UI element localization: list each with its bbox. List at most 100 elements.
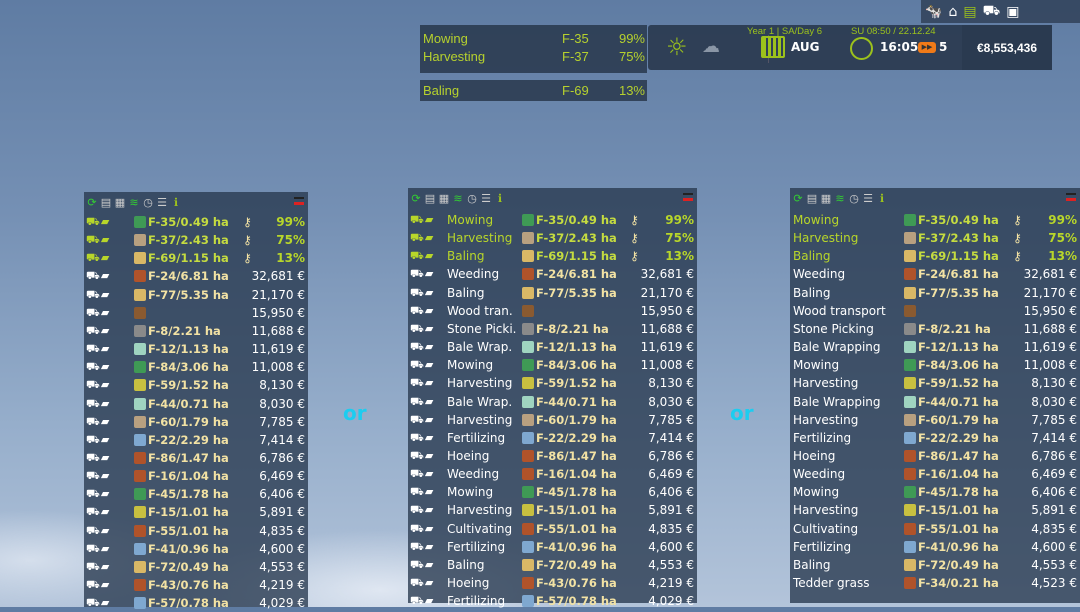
list-detail-icon[interactable]: ▦ [820, 192, 832, 205]
clear-filter-icon[interactable]: ☰ [156, 196, 168, 209]
clock-icon[interactable]: ◷ [466, 192, 478, 205]
farm-buildings-icon[interactable]: ⌂ [948, 4, 957, 20]
contract-row[interactable]: Mowing F-84/3.06 ha 11,008 € [790, 356, 1080, 374]
refresh-icon[interactable]: ⟳ [86, 196, 98, 209]
contract-row[interactable]: Baling F-69/1.15 ha ⚷ 13% [790, 247, 1080, 265]
contract-row[interactable]: Hoeing F-86/1.47 ha 6,786 € [790, 447, 1080, 465]
list-icon[interactable]: ▤ [424, 192, 436, 205]
grass-icon[interactable]: ≋ [128, 196, 140, 209]
contract-row[interactable]: ⛟▰ F-57/0.78 ha 4,029 € [84, 594, 308, 612]
contract-row[interactable]: Fertilizing F-41/0.96 ha 4,600 € [790, 538, 1080, 556]
contract-row[interactable]: ⛟▰ F-72/0.49 ha 4,553 € [84, 558, 308, 576]
contract-row[interactable]: ⛟▰ Harvesting F-15/1.01 ha 5,891 € [408, 501, 697, 519]
vehicles-icon[interactable]: ⛟ [983, 3, 1001, 21]
contract-row[interactable]: ⛟▰ Harvesting F-60/1.79 ha 7,785 € [408, 411, 697, 429]
clock-icon[interactable]: ◷ [848, 192, 860, 205]
contract-row[interactable]: ⛟▰ Harvesting F-37/2.43 ha ⚷ 75% [408, 229, 697, 247]
contract-row[interactable]: ⛟▰ Baling F-72/0.49 ha 4,553 € [408, 556, 697, 574]
contract-row[interactable]: Weeding F-16/1.04 ha 6,469 € [790, 465, 1080, 483]
contract-row[interactable]: ⛟▰ F-77/5.35 ha 21,170 € [84, 286, 308, 304]
bale-icon [904, 286, 916, 299]
contract-row[interactable]: Mowing F-45/1.78 ha 6,406 € [790, 483, 1080, 501]
cow-icon[interactable]: 🐄 [925, 4, 942, 20]
contract-row[interactable]: ⛟▰ F-59/1.52 ha 8,130 € [84, 376, 308, 394]
contract-row[interactable]: ⛟▰ F-60/1.79 ha 7,785 € [84, 413, 308, 431]
contract-row[interactable]: ⛟▰ Baling F-77/5.35 ha 21,170 € [408, 284, 697, 302]
contract-row[interactable]: Harvesting F-37/2.43 ha ⚷ 75% [790, 229, 1080, 247]
contract-row[interactable]: ⛟▰ Weeding F-24/6.81 ha 32,681 € [408, 265, 697, 283]
contract-row[interactable]: ⛟▰ F-22/2.29 ha 7,414 € [84, 431, 308, 449]
field-info: F-69/1.15 ha [536, 249, 617, 264]
contract-row[interactable]: Harvesting F-60/1.79 ha 7,785 € [790, 411, 1080, 429]
contract-row[interactable]: ⛟▰ F-45/1.78 ha 6,406 € [84, 485, 308, 503]
contract-row[interactable]: ⛟▰ F-37/2.43 ha ⚷ 75% [84, 231, 308, 249]
grass-icon[interactable]: ≋ [452, 192, 464, 205]
clear-filter-icon[interactable]: ☰ [480, 192, 492, 205]
contract-row[interactable]: Harvesting F-15/1.01 ha 5,891 € [790, 501, 1080, 519]
time-speed[interactable]: 5 [939, 40, 947, 54]
contract-row[interactable]: Tedder grass F-34/0.21 ha 4,523 € [790, 574, 1080, 592]
contract-row[interactable]: Weeding F-24/6.81 ha 32,681 € [790, 265, 1080, 283]
contract-row[interactable]: Harvesting F-59/1.52 ha 8,130 € [790, 374, 1080, 392]
contract-row[interactable]: ⛟▰ Baling F-69/1.15 ha ⚷ 13% [408, 247, 697, 265]
contract-row[interactable]: ⛟▰ F-12/1.13 ha 11,619 € [84, 340, 308, 358]
info-icon[interactable]: ℹ [494, 192, 506, 205]
contract-row[interactable]: Baling F-72/0.49 ha 4,553 € [790, 556, 1080, 574]
contract-row[interactable]: Baling F-77/5.35 ha 21,170 € [790, 284, 1080, 302]
contract-row[interactable]: ⛟▰ F-24/6.81 ha 32,681 € [84, 267, 308, 285]
refresh-icon[interactable]: ⟳ [410, 192, 422, 205]
finances-icon[interactable]: ▤ [963, 4, 976, 20]
wrap-icon [522, 395, 534, 408]
contract-row[interactable]: ⛟▰ Hoeing F-43/0.76 ha 4,219 € [408, 574, 697, 592]
contract-row[interactable]: ⛟▰ Bale Wrap. F-44/0.71 ha 8,030 € [408, 393, 697, 411]
contract-row[interactable]: ⛟▰ F-41/0.96 ha 4,600 € [84, 540, 308, 558]
refresh-icon[interactable]: ⟳ [792, 192, 804, 205]
contract-row[interactable]: ⛟▰ F-8/2.21 ha 11,688 € [84, 322, 308, 340]
fast-forward-icon[interactable]: ▶▶ [918, 42, 936, 53]
contract-row[interactable]: ⛟▰ Stone Picki. F-8/2.21 ha 11,688 € [408, 320, 697, 338]
contract-row[interactable]: ⛟▰ F-35/0.49 ha ⚷ 99% [84, 213, 308, 231]
contract-row[interactable]: ⛟▰ Harvesting F-59/1.52 ha 8,130 € [408, 374, 697, 392]
contract-row[interactable]: ⛟▰ Cultivating F-55/1.01 ha 4,835 € [408, 520, 697, 538]
contract-row[interactable]: ⛟▰ F-69/1.15 ha ⚷ 13% [84, 249, 308, 267]
clear-filter-icon[interactable]: ☰ [862, 192, 874, 205]
list-detail-icon[interactable]: ▦ [438, 192, 450, 205]
contract-row[interactable]: ⛟▰ Bale Wrap. F-12/1.13 ha 11,619 € [408, 338, 697, 356]
contract-row[interactable]: ⛟▰ Weeding F-16/1.04 ha 6,469 € [408, 465, 697, 483]
contract-row[interactable]: Wood transport 15,950 € [790, 302, 1080, 320]
visibility-toggle-icon[interactable] [683, 193, 693, 201]
list-icon[interactable]: ▤ [100, 196, 112, 209]
grass-icon[interactable]: ≋ [834, 192, 846, 205]
info-icon[interactable]: ℹ [876, 192, 888, 205]
contract-row[interactable]: Fertilizing F-22/2.29 ha 7,414 € [790, 429, 1080, 447]
contract-row[interactable]: Stone Picking F-8/2.21 ha 11,688 € [790, 320, 1080, 338]
contract-row[interactable]: ⛟▰ Fertilizing F-41/0.96 ha 4,600 € [408, 538, 697, 556]
contract-row[interactable]: ⛟▰ Hoeing F-86/1.47 ha 6,786 € [408, 447, 697, 465]
visibility-toggle-icon[interactable] [294, 197, 304, 205]
contract-row[interactable]: ⛟▰ F-55/1.01 ha 4,835 € [84, 522, 308, 540]
contract-row[interactable]: ⛟▰ F-16/1.04 ha 6,469 € [84, 467, 308, 485]
contract-row[interactable]: ⛟▰ Wood tran. 15,950 € [408, 302, 697, 320]
contract-row[interactable]: ⛟▰ F-15/1.01 ha 5,891 € [84, 503, 308, 521]
list-detail-icon[interactable]: ▦ [114, 196, 126, 209]
visibility-toggle-icon[interactable] [1066, 193, 1076, 201]
contract-row[interactable]: ⛟▰ F-84/3.06 ha 11,008 € [84, 358, 308, 376]
clock-icon[interactable]: ◷ [142, 196, 154, 209]
contract-row[interactable]: ⛟▰ Mowing F-84/3.06 ha 11,008 € [408, 356, 697, 374]
contract-row[interactable]: ⛟▰ F-43/0.76 ha 4,219 € [84, 576, 308, 594]
list-icon[interactable]: ▤ [806, 192, 818, 205]
contracts-icon[interactable]: ▣ [1006, 4, 1019, 20]
info-icon[interactable]: ℹ [170, 196, 182, 209]
contract-row[interactable]: Mowing F-35/0.49 ha ⚷ 99% [790, 211, 1080, 229]
contract-row[interactable]: Bale Wrapping F-12/1.13 ha 11,619 € [790, 338, 1080, 356]
contract-row[interactable]: Cultivating F-55/1.01 ha 4,835 € [790, 520, 1080, 538]
contract-row[interactable]: Bale Wrapping F-44/0.71 ha 8,030 € [790, 393, 1080, 411]
contract-row[interactable]: ⛟▰ Mowing F-45/1.78 ha 6,406 € [408, 483, 697, 501]
contract-row[interactable]: ⛟▰ 15,950 € [84, 304, 308, 322]
contract-row[interactable]: ⛟▰ F-44/0.71 ha 8,030 € [84, 395, 308, 413]
contract-row[interactable]: ⛟▰ Mowing F-35/0.49 ha ⚷ 99% [408, 211, 697, 229]
contract-row[interactable]: ⛟▰ Fertilizing F-57/0.78 ha 4,029 € [408, 592, 697, 610]
key-icon: ⚷ [630, 249, 639, 264]
contract-row[interactable]: ⛟▰ Fertilizing F-22/2.29 ha 7,414 € [408, 429, 697, 447]
contract-row[interactable]: ⛟▰ F-86/1.47 ha 6,786 € [84, 449, 308, 467]
